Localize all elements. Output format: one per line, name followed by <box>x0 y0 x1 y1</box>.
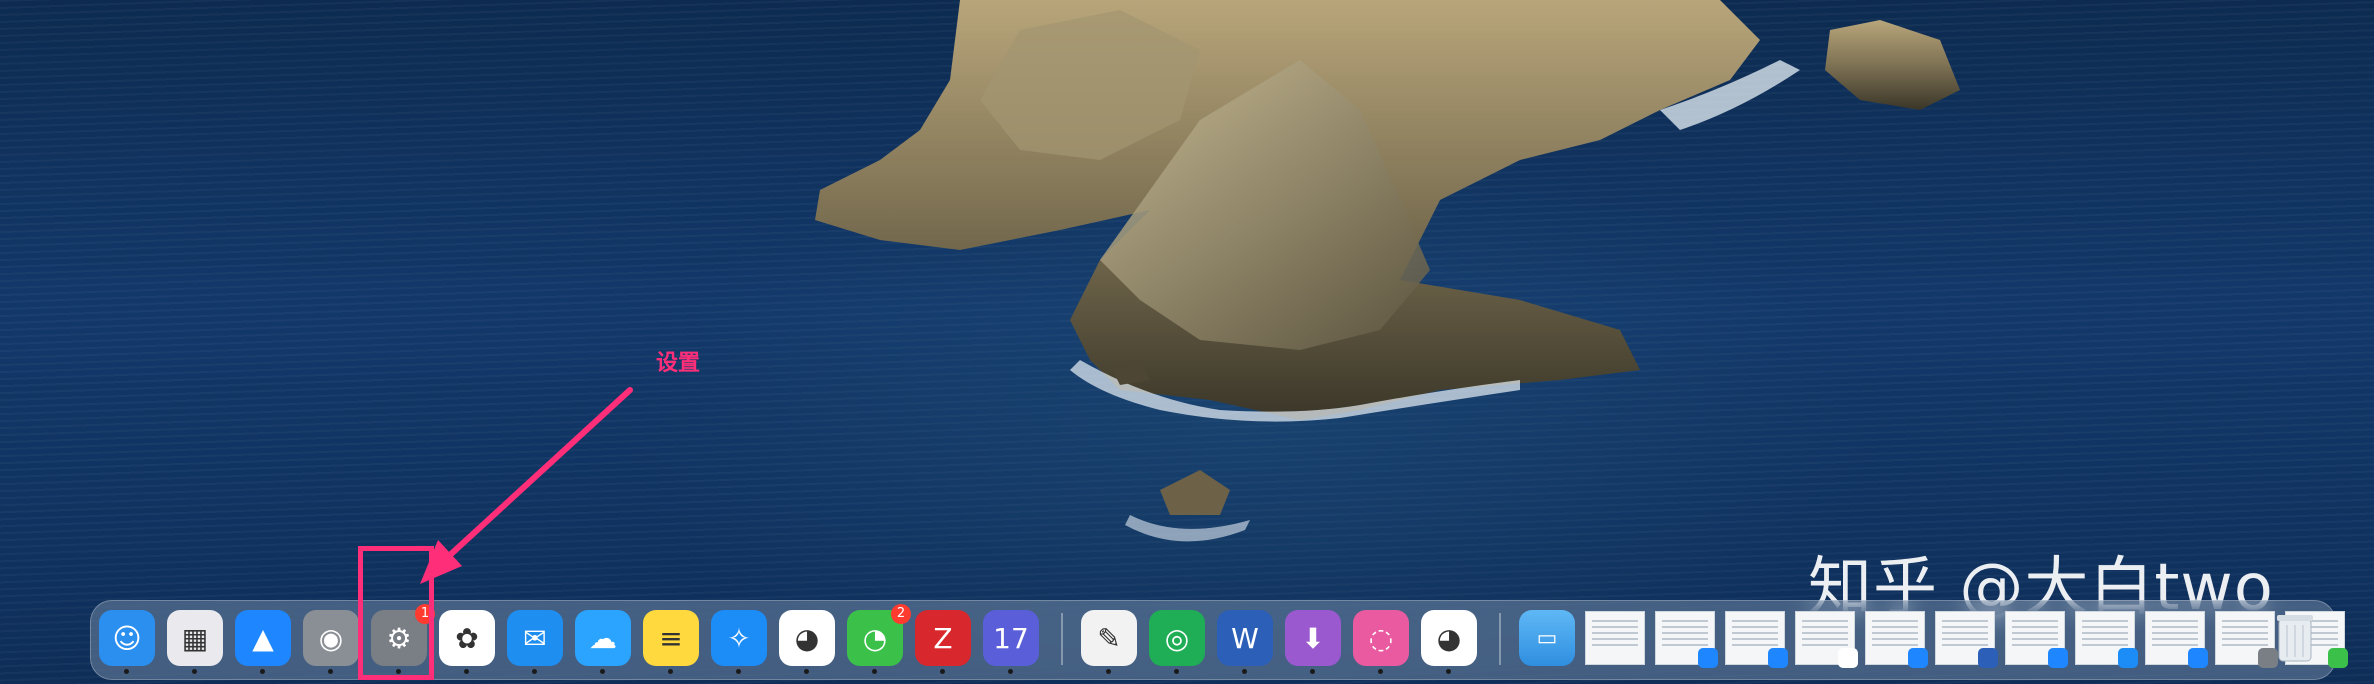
desktop-wallpaper: 设置 知乎 @大白two ☺ ▦ ▲ ◉ ⚙ 1 ✿ ✉ ☁ ≡ ✧ ◕ ◔ 2 Z 17 ✎ ◎ W ⬇ ◌ ◕ ▭ <box>0 0 2374 684</box>
app-cleaner-glyph: ◌ <box>1368 621 1394 655</box>
calendar-grid-glyph: 17 <box>993 621 1029 655</box>
app-store-glyph: ▲ <box>252 621 274 655</box>
qq-glyph: ◕ <box>794 621 820 655</box>
trash-icon[interactable] <box>2267 610 2323 666</box>
automator-glyph: ◉ <box>318 621 344 655</box>
dock-divider <box>1499 613 1501 665</box>
zotero-icon[interactable]: Z <box>915 610 971 674</box>
notes-glyph: ≡ <box>659 621 683 655</box>
minimized-window-thumbnail[interactable] <box>1655 611 1718 668</box>
cloud-icon[interactable]: ☁ <box>575 610 631 674</box>
finder-icon[interactable]: ☺ <box>99 610 155 674</box>
minimized-window-thumbnail[interactable] <box>2075 611 2138 668</box>
running-indicator <box>1242 669 1247 674</box>
minimized-window-thumbnail[interactable] <box>1935 611 1998 668</box>
qq-icon[interactable]: ◕ <box>779 610 835 674</box>
downloader-glyph: ⬇ <box>1301 621 1325 655</box>
minimized-window-thumbnail[interactable] <box>2005 611 2068 668</box>
running-indicator <box>124 669 129 674</box>
mail-glyph: ✉ <box>523 621 547 655</box>
minimized-window-thumbnail[interactable] <box>1865 611 1928 668</box>
finder-glyph: ☺ <box>112 621 142 655</box>
running-indicator <box>464 669 469 674</box>
photos-glyph: ✿ <box>455 621 479 655</box>
automator-icon[interactable]: ◉ <box>303 610 359 674</box>
running-indicator <box>804 669 809 674</box>
qq2-glyph: ◕ <box>1436 621 1462 655</box>
notification-badge: 2 <box>891 604 911 624</box>
photos-icon[interactable]: ✿ <box>439 610 495 674</box>
qq2-icon[interactable]: ◕ <box>1421 610 1477 674</box>
minimized-window-thumbnail[interactable] <box>1585 611 1645 665</box>
running-indicator <box>872 669 877 674</box>
running-indicator <box>1446 669 1451 674</box>
calendar-grid-icon[interactable]: 17 <box>983 610 1039 674</box>
mail-icon[interactable]: ✉ <box>507 610 563 674</box>
minimized-window-thumbnail[interactable] <box>2215 611 2278 668</box>
minimized-window-thumbnail[interactable] <box>2145 611 2208 668</box>
running-indicator <box>1378 669 1383 674</box>
textedit-glyph: ✎ <box>1097 621 1121 655</box>
running-indicator <box>192 669 197 674</box>
running-indicator <box>260 669 265 674</box>
running-indicator <box>328 669 333 674</box>
word-glyph: W <box>1231 621 1259 655</box>
running-indicator <box>668 669 673 674</box>
word-icon[interactable]: W <box>1217 610 1273 674</box>
wechat-icon[interactable]: ◔ 2 <box>847 604 911 674</box>
app-cleaner-icon[interactable]: ◌ <box>1353 610 1409 674</box>
running-indicator <box>1174 669 1179 674</box>
camera-shutter-icon[interactable]: ◎ <box>1149 610 1205 674</box>
camera-shutter-glyph: ◎ <box>1164 621 1190 655</box>
running-indicator <box>1106 669 1111 674</box>
cloud-glyph: ☁ <box>589 621 617 655</box>
wechat-glyph: ◔ <box>862 621 888 655</box>
downloads-folder-icon[interactable]: ▭ <box>1519 610 1575 666</box>
running-indicator <box>940 669 945 674</box>
safari-icon[interactable]: ✧ <box>711 610 767 674</box>
running-indicator <box>736 669 741 674</box>
system-preferences-highlight <box>358 546 434 680</box>
textedit-icon[interactable]: ✎ <box>1081 610 1137 674</box>
notes-icon[interactable]: ≡ <box>643 610 699 674</box>
running-indicator <box>1310 669 1315 674</box>
minimized-window-thumbnail[interactable] <box>1725 611 1788 668</box>
launchpad-icon[interactable]: ▦ <box>167 610 223 674</box>
running-indicator <box>600 669 605 674</box>
minimized-window-thumbnail[interactable] <box>1795 611 1858 668</box>
zotero-glyph: Z <box>933 621 953 655</box>
app-store-icon[interactable]: ▲ <box>235 610 291 674</box>
safari-glyph: ✧ <box>727 621 751 655</box>
running-indicator <box>1008 669 1013 674</box>
running-indicator <box>532 669 537 674</box>
launchpad-glyph: ▦ <box>181 621 209 655</box>
dock-divider <box>1061 613 1063 665</box>
downloader-icon[interactable]: ⬇ <box>1285 610 1341 674</box>
